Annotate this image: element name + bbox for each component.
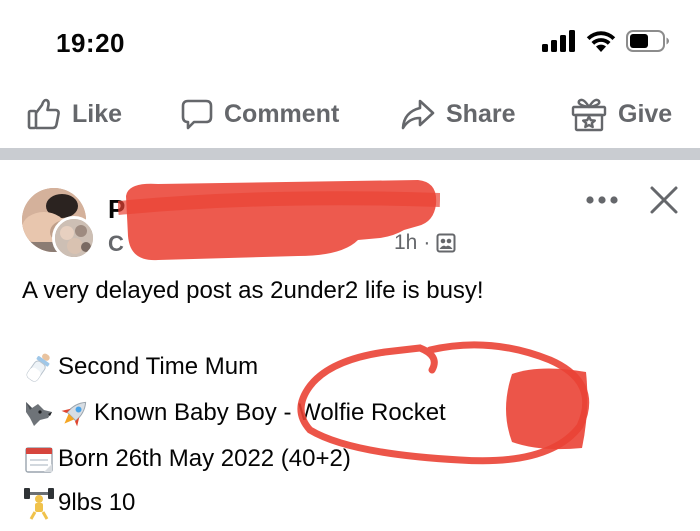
comment-bubble-icon <box>181 99 213 130</box>
calendar-icon <box>25 447 53 473</box>
status-time: 19:20 <box>56 28 125 58</box>
gift-box-icon <box>571 98 607 132</box>
status-icons <box>542 30 670 52</box>
comment-label: Comment <box>224 99 340 128</box>
battery-icon <box>626 30 669 52</box>
line-2-text: Known Baby Boy - Wolfie Rocket <box>94 399 446 426</box>
group-photo <box>55 219 93 257</box>
close-icon <box>650 186 678 214</box>
group-avatar-badge[interactable] <box>52 216 96 260</box>
like-label: Like <box>72 99 123 128</box>
post-action-bar: Like Comment Share Give <box>0 86 700 142</box>
share-arrow-icon <box>401 99 435 130</box>
post-line-4: 9lbs 10 <box>22 486 135 520</box>
baby-bottle-icon <box>26 353 50 382</box>
more-dots-icon <box>586 196 618 204</box>
post-header: P C 1h · <box>0 160 700 270</box>
wifi-icon <box>586 31 616 52</box>
wolf-icon <box>26 402 52 426</box>
line-1-text: Second Time Mum <box>58 353 259 380</box>
weightlifter-icon <box>24 488 54 520</box>
rocket-icon <box>61 401 87 427</box>
section-divider <box>0 148 700 160</box>
post-line-3: Born 26th May 2022 (40+2) <box>22 442 351 476</box>
redaction-scribble <box>118 180 440 261</box>
post-line-2: Known Baby Boy - Wolfie Rocket <box>22 396 446 430</box>
like-button[interactable]: Like <box>26 86 122 142</box>
share-label: Share <box>446 99 516 128</box>
give-button[interactable]: Give <box>570 86 672 142</box>
comment-button[interactable]: Comment <box>180 86 339 142</box>
post-line-1: Second Time Mum <box>22 350 258 384</box>
status-bar: 19:20 <box>0 0 700 80</box>
signal-icon <box>542 30 575 52</box>
line-4-text: 9lbs 10 <box>58 489 136 516</box>
line-3-text: Born 26th May 2022 (40+2) <box>58 445 351 472</box>
give-label: Give <box>618 99 673 128</box>
thumbs-up-icon <box>27 98 60 130</box>
share-button[interactable]: Share <box>400 86 515 142</box>
more-options-button[interactable] <box>582 188 622 212</box>
close-button[interactable] <box>646 182 682 218</box>
post-text: A very delayed post as 2under2 life is b… <box>22 277 484 304</box>
